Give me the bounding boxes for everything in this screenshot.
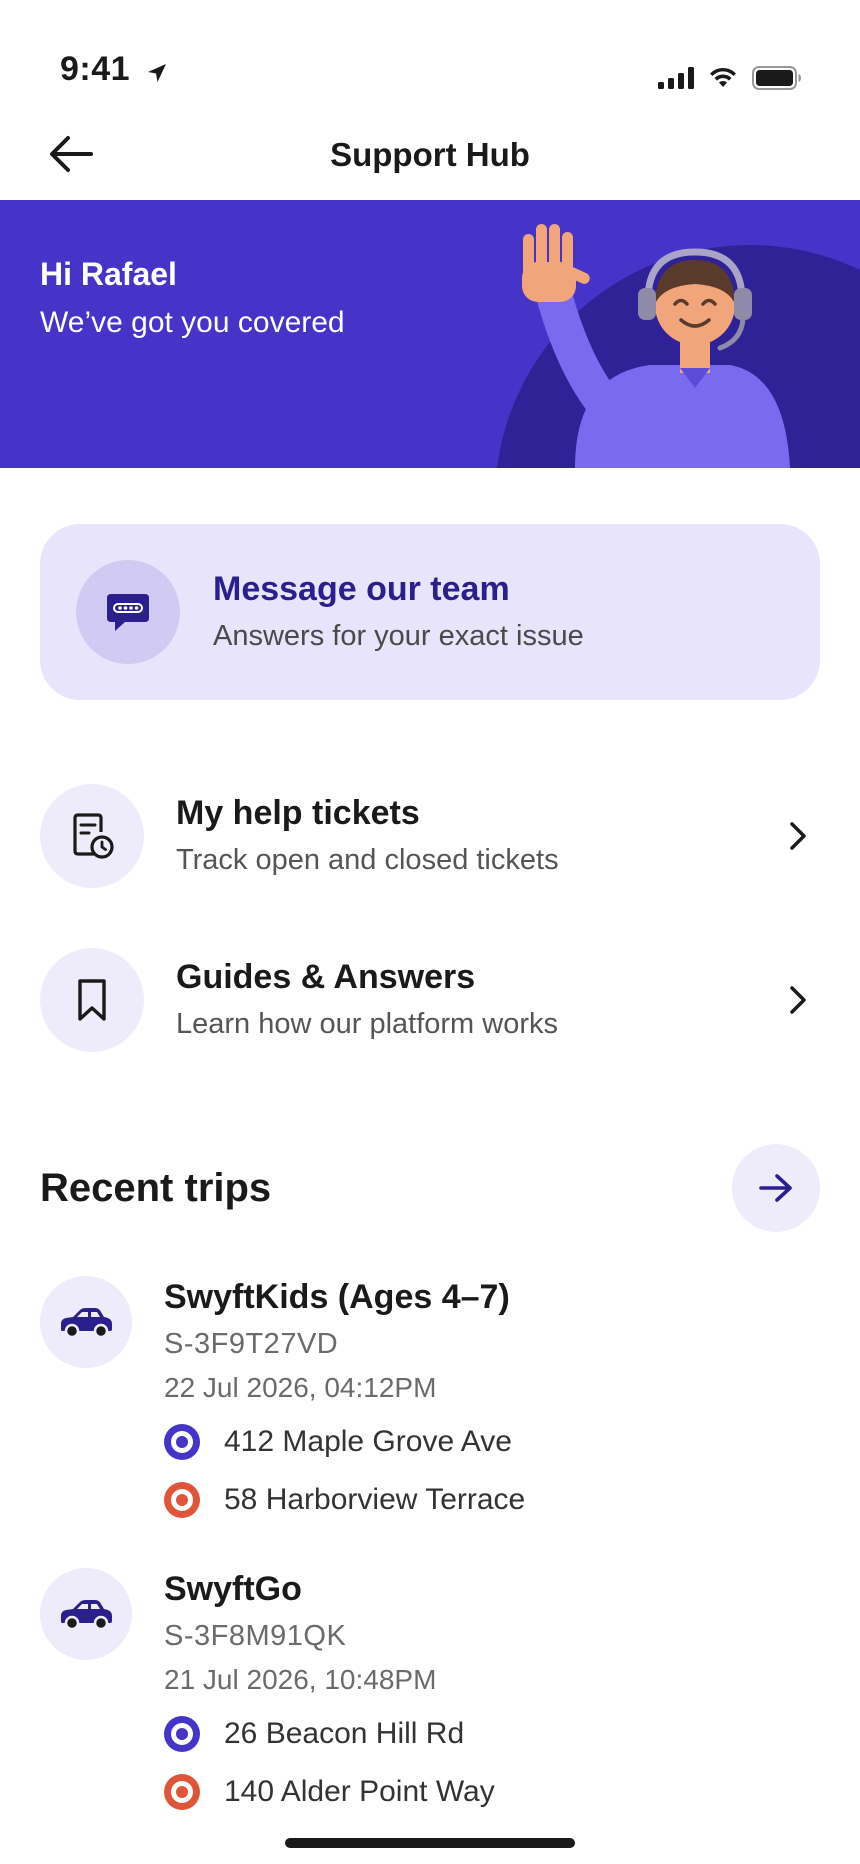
trip-code: S-3F8M91QK xyxy=(164,1620,347,1652)
help-tickets-row[interactable]: My help tickets Track open and closed ti… xyxy=(0,784,860,894)
dropoff-address: 140 Alder Point Way xyxy=(224,1775,495,1808)
guides-answers-title: Guides & Answers xyxy=(176,958,476,996)
bookmark-icon xyxy=(78,979,106,1021)
trip-icon-container xyxy=(40,1568,132,1660)
trip-datetime: 22 Jul 2026, 04:12PM xyxy=(164,1372,437,1403)
signal-icon xyxy=(658,67,694,89)
pickup-marker-icon xyxy=(164,1424,200,1460)
help-tickets-subtitle: Track open and closed tickets xyxy=(176,844,559,876)
recent-trips-heading: Recent trips xyxy=(40,1166,272,1210)
see-all-trips-button[interactable] xyxy=(732,1144,820,1232)
pickup-address: 412 Maple Grove Ave xyxy=(224,1425,512,1458)
status-time: 9:41 xyxy=(60,50,131,88)
ticket-clock-icon xyxy=(73,813,114,859)
trip-code: S-3F9T27VD xyxy=(164,1328,339,1360)
battery-icon xyxy=(752,66,801,90)
status-bar: 9:41 xyxy=(0,0,860,110)
help-tickets-icon-container xyxy=(40,784,144,888)
page-title: Support Hub xyxy=(330,136,530,173)
dropoff-marker-icon xyxy=(164,1482,200,1518)
guides-answers-subtitle: Learn how our platform works xyxy=(176,1008,558,1040)
home-indicator[interactable] xyxy=(285,1838,575,1848)
dropoff-address: 58 Harborview Terrace xyxy=(224,1483,526,1516)
message-team-card[interactable]: Message our team Answers for your exact … xyxy=(40,524,820,700)
dropoff-stop: 140 Alder Point Way xyxy=(164,1772,495,1812)
hero-greeting: Hi Rafael xyxy=(40,256,177,292)
guides-answers-row[interactable]: Guides & Answers Learn how our platform … xyxy=(0,948,860,1058)
location-arrow-icon xyxy=(148,64,166,82)
message-team-title: Message our team xyxy=(213,570,510,608)
pickup-marker-icon xyxy=(164,1716,200,1752)
trip-service-name: SwyftGo xyxy=(164,1570,302,1608)
guides-icon-container xyxy=(40,948,144,1052)
car-icon xyxy=(61,1600,112,1630)
trip-service-name: SwyftKids (Ages 4–7) xyxy=(164,1278,510,1316)
chevron-right-icon xyxy=(790,986,806,1014)
support-agent-illustration xyxy=(497,224,860,468)
pickup-stop: 412 Maple Grove Ave xyxy=(164,1422,512,1462)
pickup-stop: 26 Beacon Hill Rd xyxy=(164,1714,464,1754)
arrow-right-icon xyxy=(759,1174,792,1202)
message-team-subtitle: Answers for your exact issue xyxy=(213,620,584,652)
chat-icon-container xyxy=(76,560,180,664)
chat-bubble-icon xyxy=(107,594,149,631)
hero-subtitle: We’ve got you covered xyxy=(40,306,345,339)
chevron-right-icon xyxy=(790,822,806,850)
wifi-icon xyxy=(710,67,736,87)
dropoff-marker-icon xyxy=(164,1774,200,1810)
help-tickets-title: My help tickets xyxy=(176,794,420,832)
dropoff-stop: 58 Harborview Terrace xyxy=(164,1480,525,1520)
pickup-address: 26 Beacon Hill Rd xyxy=(224,1717,465,1750)
trip-icon-container xyxy=(40,1276,132,1368)
hero-banner: Hi Rafael We’ve got you covered xyxy=(0,200,860,468)
nav-bar: Support Hub xyxy=(0,110,860,200)
car-icon xyxy=(61,1308,112,1338)
trip-datetime: 21 Jul 2026, 10:48PM xyxy=(164,1664,437,1695)
